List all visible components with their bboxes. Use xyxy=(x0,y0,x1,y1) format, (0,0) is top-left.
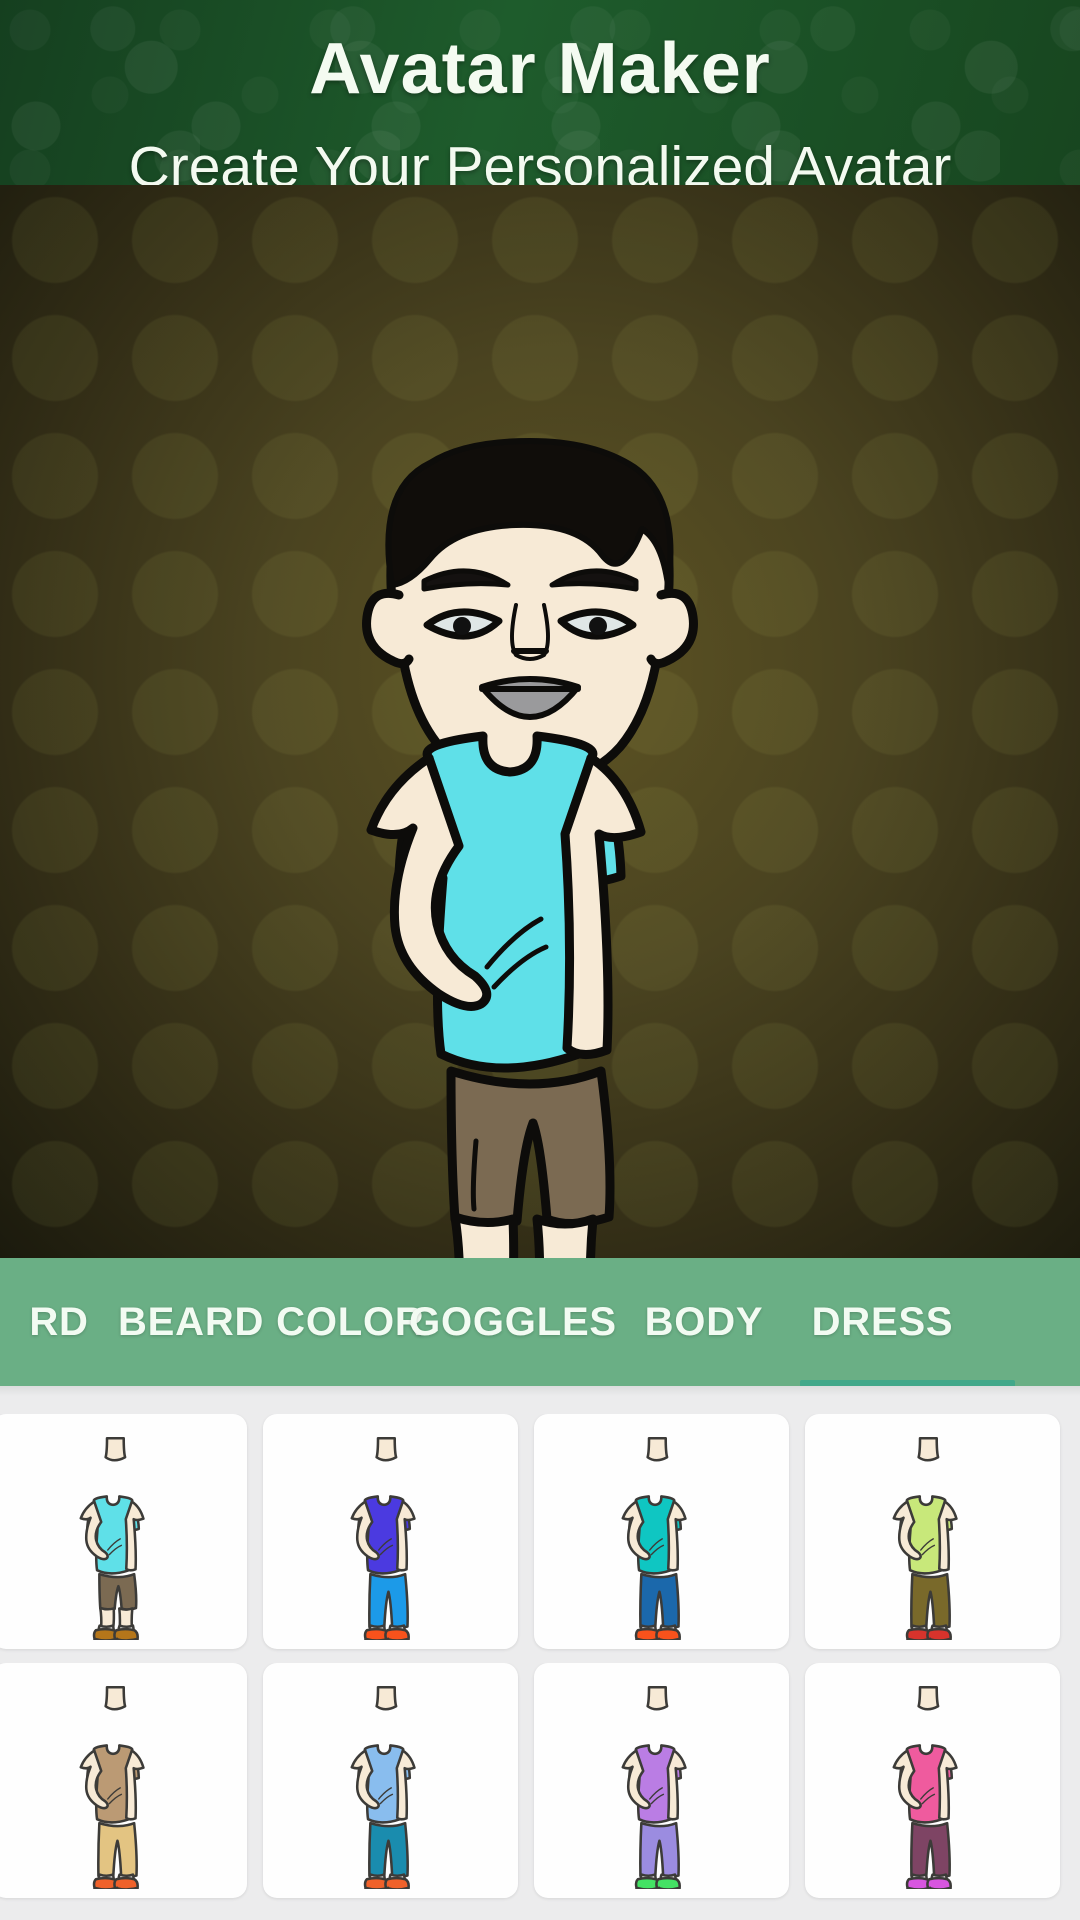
dress-thumbnail xyxy=(79,1436,145,1640)
dress-option-7[interactable] xyxy=(534,1663,789,1898)
avatar-figure xyxy=(362,438,698,1258)
dress-thumbnail xyxy=(350,1685,416,1889)
tabbar-shadow xyxy=(0,1386,1080,1396)
dress-thumbnail xyxy=(79,1685,145,1889)
dress-option-3[interactable] xyxy=(534,1414,789,1649)
dress-thumbnail xyxy=(892,1436,958,1640)
tab-beard-color[interactable]: BEARD COLOR xyxy=(118,1258,424,1386)
dress-thumbnail xyxy=(621,1436,687,1640)
category-tabbar[interactable]: RD BEARD COLOR GOGGLES BODY DRESS xyxy=(0,1258,1080,1386)
dress-thumbnail xyxy=(892,1685,958,1889)
dress-option-1[interactable] xyxy=(0,1414,247,1649)
dress-grid-row xyxy=(0,1663,1080,1912)
tab-dress[interactable]: DRESS xyxy=(790,1258,975,1386)
tab-body[interactable]: BODY xyxy=(618,1258,790,1386)
dress-thumbnail xyxy=(350,1436,416,1640)
dress-option-5[interactable] xyxy=(0,1663,247,1898)
page-title: Avatar Maker xyxy=(309,29,771,109)
dress-option-6[interactable] xyxy=(263,1663,518,1898)
dress-option-8[interactable] xyxy=(805,1663,1060,1898)
tab-goggles[interactable]: GOGGLES xyxy=(408,1258,618,1386)
dress-option-2[interactable] xyxy=(263,1414,518,1649)
dress-grid-row xyxy=(0,1414,1080,1663)
dress-options-grid[interactable] xyxy=(0,1396,1080,1920)
dress-thumbnail xyxy=(621,1685,687,1889)
dress-option-4[interactable] xyxy=(805,1414,1060,1649)
avatar-preview-stage[interactable] xyxy=(0,185,1080,1258)
tab-rd[interactable]: RD xyxy=(0,1258,118,1386)
